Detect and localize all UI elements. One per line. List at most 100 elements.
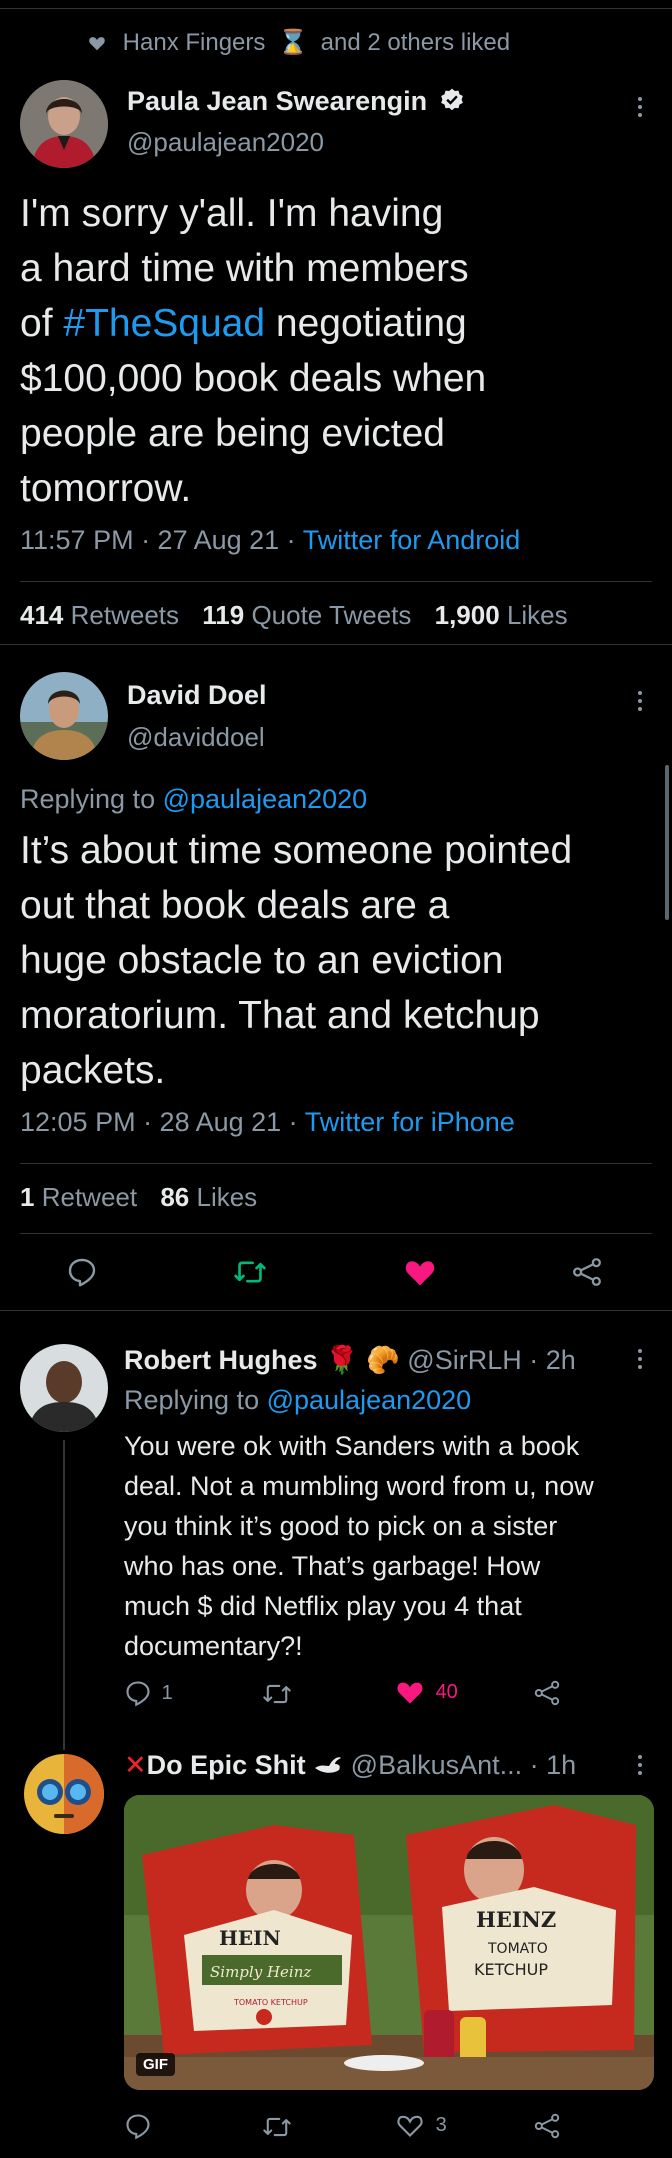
reply2-reply-icon[interactable]: [124, 2112, 152, 2145]
tweet2-line-1: It’s about time someone pointed: [20, 829, 573, 872]
avatar-david[interactable]: [20, 672, 108, 760]
tweet2-line-2: out that book deals are a: [20, 884, 450, 927]
tweet1-line-2: a hard time with members: [20, 247, 469, 290]
reply1-reply-icon: [126, 1681, 150, 1707]
share-icon[interactable]: [570, 1256, 604, 1293]
reply1-line-5: much $ did Netflix play you 4 that: [124, 1591, 522, 1621]
avatar-paula[interactable]: [20, 80, 108, 168]
tweet1-more-icon[interactable]: [630, 92, 650, 122]
heart-small-icon: [88, 30, 106, 58]
right-sign-sub1: TOMATO: [487, 1941, 548, 1957]
avatar-paula-image: [20, 80, 108, 168]
left-sign-brand: HEIN: [219, 1926, 281, 1950]
reply2-like-count: 3: [435, 2113, 447, 2136]
likes-label: Likes: [506, 600, 568, 630]
tweet2-more-icon[interactable]: [630, 686, 650, 716]
reply2-retweet-icon[interactable]: [262, 2113, 292, 2146]
tweet1-line-5: people are being evicted: [20, 412, 445, 455]
reply1-like-action[interactable]: 40: [396, 1679, 458, 1705]
reply1-line-2: deal. Not a mumbling word from u, now: [124, 1471, 594, 1501]
reply1-share-icon[interactable]: [532, 1679, 562, 1712]
retweet-icon[interactable]: [233, 1256, 267, 1293]
tweet1-timestamp[interactable]: 11:57 PM · 27 Aug 21 ·: [20, 525, 303, 555]
hourglass-emoji: ⌛: [278, 29, 308, 56]
gif-badge: GIF: [136, 2053, 175, 2076]
tweet1-source-link[interactable]: Twitter for Android: [303, 525, 521, 555]
reply1-like-icon-filled: [397, 1682, 423, 1704]
tweet2-bottom-divider: [0, 1310, 672, 1311]
tweet2-handle[interactable]: @daviddoel: [127, 722, 265, 753]
scrollbar-thumb[interactable]: [665, 765, 669, 920]
tweet1-handle[interactable]: @paulajean2020: [127, 127, 324, 158]
likes-stat[interactable]: 1,900 Likes: [435, 600, 568, 630]
thread-line: [63, 1440, 65, 1750]
reply2-author[interactable]: Do Epic Shit: [147, 1750, 306, 1780]
reply2-header: ✕Do Epic Shit @BalkusAnt... · 1h: [124, 1750, 576, 1783]
tweet1-stats: 414 Retweets 119 Quote Tweets 1,900 Like…: [20, 600, 568, 631]
reply2-like-icon: [397, 2115, 423, 2137]
like-icon-filled[interactable]: [404, 1257, 436, 1292]
tweet2-replying-prefix: Replying to: [20, 784, 163, 814]
reply1-line-1: You were ok with Sanders with a book: [124, 1431, 580, 1461]
tweet2-replying: Replying to @paulajean2020: [20, 784, 367, 815]
tweet2-retweets-label: Retweet: [41, 1182, 138, 1212]
avatar-robert[interactable]: [20, 1344, 108, 1432]
retweets-stat[interactable]: 414 Retweets: [20, 600, 179, 630]
reply2-more-icon[interactable]: [630, 1750, 650, 1780]
social-context-name: Hanx Fingers: [122, 29, 266, 56]
dove-icon: [313, 1752, 343, 1783]
tweet2-line-3: huge obstacle to an eviction: [20, 939, 504, 982]
tweet2-source-link[interactable]: Twitter for iPhone: [305, 1107, 515, 1137]
tweet1-line-4: $100,000 book deals when: [20, 357, 487, 400]
tweet2-timestamp[interactable]: 12:05 PM · 28 Aug 21 ·: [20, 1107, 305, 1137]
tweet2-line-4: moratorium. That and ketchup: [20, 994, 540, 1037]
quotes-label: Quote Tweets: [251, 600, 412, 630]
quotes-stat[interactable]: 119 Quote Tweets: [202, 600, 411, 630]
reply1-line-3: you think it’s good to pick on a sister: [124, 1511, 558, 1541]
tweet1-line-6: tomorrow.: [20, 467, 192, 510]
tweet1-line-3-prefix: of: [20, 302, 64, 345]
tweet1-text: I'm sorry y'all. I'm having a hard time …: [20, 186, 660, 516]
tweet1-bottom-divider: [0, 644, 672, 645]
heinz-ketchup-gif-image: HEIN Simply Heinz TOMATO KETCHUP HEINZ T…: [124, 1795, 654, 2090]
reply1-line-4: who has one. That’s garbage! How: [124, 1551, 541, 1581]
reply1-like-count: 40: [435, 1680, 458, 1703]
avatar-epic[interactable]: [20, 1750, 108, 1838]
reply2-handle-time[interactable]: @BalkusAnt... · 1h: [351, 1750, 577, 1780]
reply2-like-action[interactable]: 3: [396, 2112, 447, 2138]
reply1-handle-time[interactable]: @SirRLH · 2h: [407, 1345, 575, 1375]
tweet2-stats: 1 Retweet 86 Likes: [20, 1182, 257, 1213]
reply1-retweet-icon[interactable]: [262, 1680, 292, 1713]
tweet2-likes-stat[interactable]: 86 Likes: [160, 1182, 257, 1212]
tweet2-likes-label: Likes: [196, 1182, 258, 1212]
reply1-more-icon[interactable]: [630, 1344, 650, 1374]
reply1-text: You were ok with Sanders with a book dea…: [124, 1426, 664, 1666]
tweet1-author[interactable]: Paula Jean Swearengin: [127, 86, 465, 120]
top-divider: [0, 8, 672, 9]
reply-icon[interactable]: [66, 1256, 98, 1293]
tweet2-likes-count: 86: [160, 1182, 190, 1212]
reply2-share-icon[interactable]: [532, 2112, 562, 2145]
reply1-reply-count: 1: [161, 1681, 173, 1704]
tweet2-replying-handle[interactable]: @paulajean2020: [163, 784, 368, 814]
reply1-author[interactable]: Robert Hughes: [124, 1345, 318, 1375]
tweet2-author[interactable]: David Doel: [127, 680, 267, 711]
quotes-count: 119: [202, 600, 245, 630]
hashtag-thesquad-link[interactable]: #TheSquad: [63, 302, 265, 345]
reply1-replying-prefix: Replying to: [124, 1385, 267, 1415]
left-sign-small: TOMATO KETCHUP: [233, 1998, 308, 2007]
likes-count: 1,900: [434, 600, 500, 630]
reply1-reply-action[interactable]: 1: [124, 1679, 173, 1707]
reply2-gif-media[interactable]: HEIN Simply Heinz TOMATO KETCHUP HEINZ T…: [124, 1795, 654, 2090]
reply1-replying-handle[interactable]: @paulajean2020: [267, 1385, 472, 1415]
cross-mark-icon: ✕: [124, 1750, 147, 1780]
tweet1-line-1: I'm sorry y'all. I'm having: [20, 192, 444, 235]
retweets-count: 414: [20, 600, 64, 630]
tweet2-text: It’s about time someone pointed out that…: [20, 823, 670, 1098]
tweet2-retweets-stat[interactable]: 1 Retweet: [20, 1182, 137, 1212]
reply1-header: Robert Hughes 🌹 🥐 @SirRLH · 2h: [124, 1344, 576, 1376]
reply1-emojis: 🌹 🥐: [325, 1345, 400, 1375]
tweet2-divider-1: [20, 1163, 652, 1164]
social-context[interactable]: Hanx Fingers ⌛ and 2 others liked: [88, 28, 510, 58]
right-sign-brand: HEINZ: [476, 1907, 556, 1932]
